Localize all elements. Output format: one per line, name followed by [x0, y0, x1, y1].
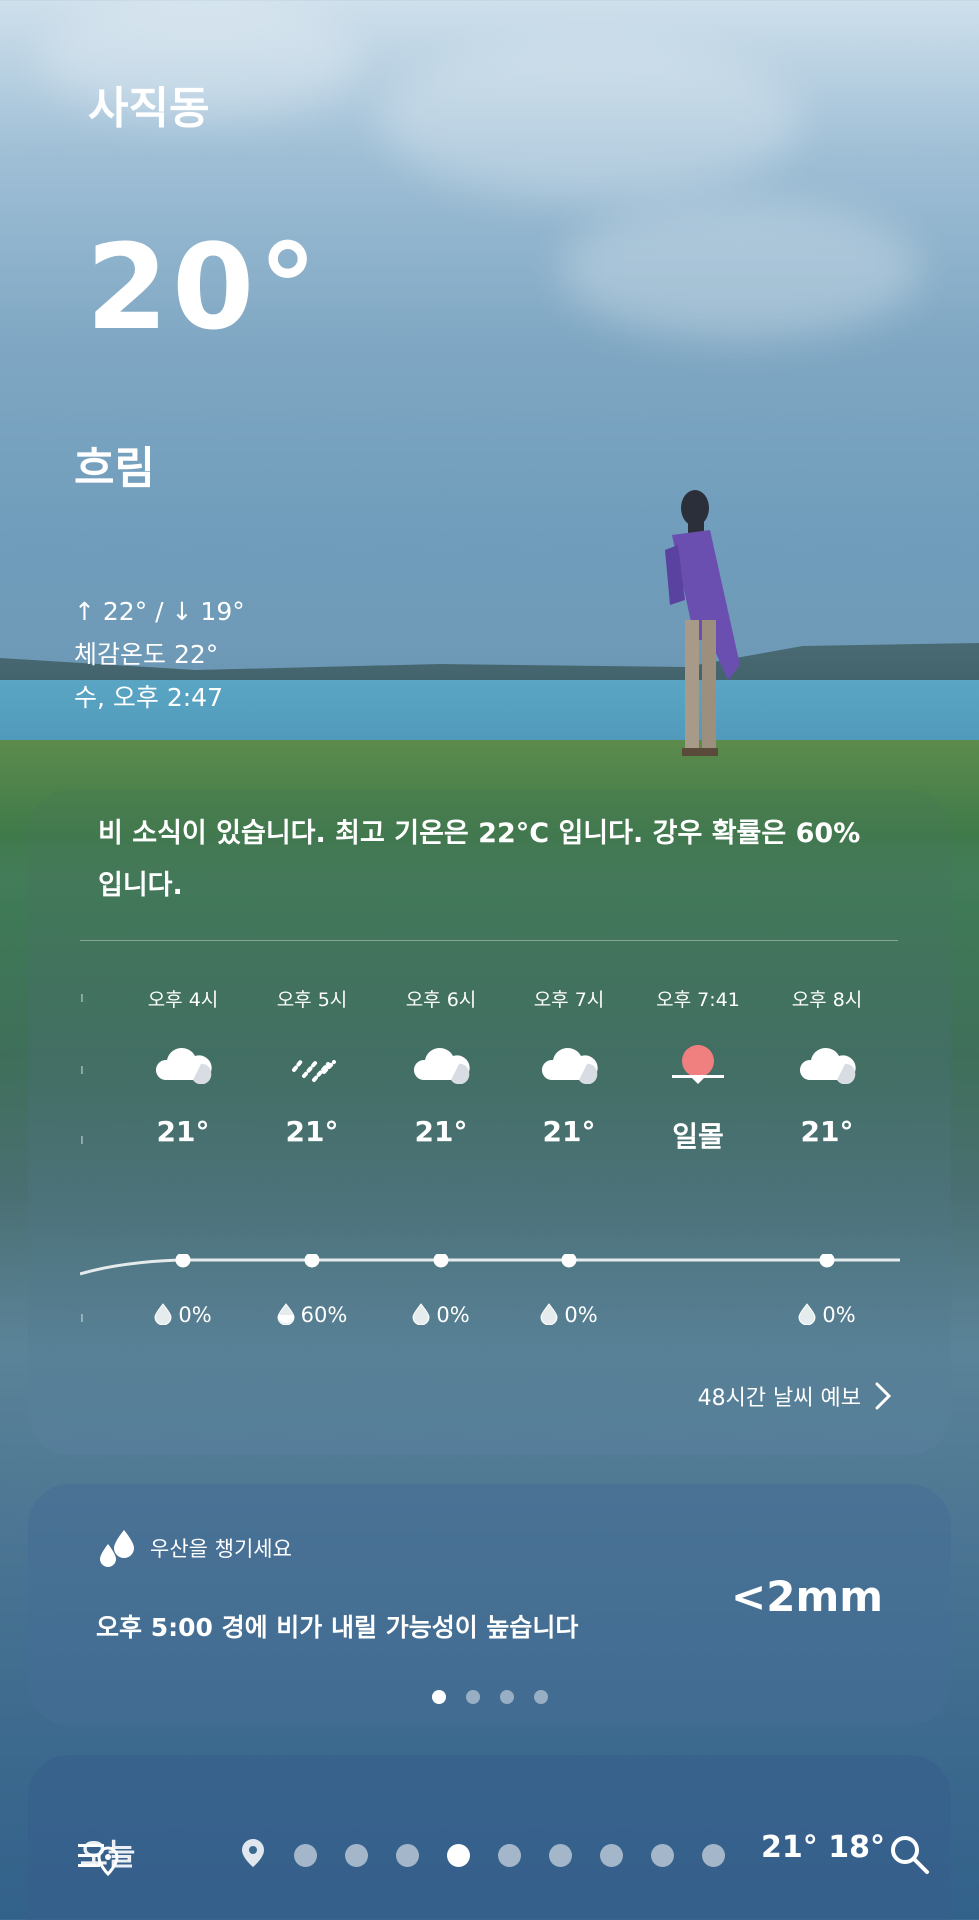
feels-like-temperature: 체감온도 22° — [74, 640, 219, 669]
cloud-icon — [386, 1027, 496, 1099]
search-icon[interactable] — [885, 1830, 933, 1878]
hourly-time: 오후 7:41 — [656, 989, 740, 1011]
raindrops-icon — [100, 1530, 134, 1567]
location-page-dot[interactable] — [702, 1843, 725, 1867]
hourly-time: 오후 5시 — [276, 989, 348, 1011]
current-condition: 흐림 — [74, 443, 155, 494]
high-low-temperature: ↑ 22° / ↓ 19° — [74, 597, 245, 626]
updated-time: 수, 오후 2:47 — [74, 683, 223, 712]
hourly-temperature: 21° — [800, 1115, 854, 1148]
cloud-icon — [772, 1027, 882, 1099]
hourly-precipitation: 0% — [128, 1303, 238, 1327]
hourly-item: 오후 4시 21° 0% — [128, 985, 238, 1327]
precipitation-value: 0% — [436, 1303, 470, 1327]
hourly-precipitation: 0% — [772, 1303, 882, 1327]
menu-icon[interactable] — [76, 1834, 120, 1878]
location-page-dot[interactable] — [651, 1843, 674, 1867]
temperature-graph — [80, 1254, 900, 1276]
sunset-icon — [643, 1027, 753, 1099]
location-page-dot[interactable] — [600, 1843, 623, 1867]
pagination-dot[interactable] — [533, 1690, 548, 1704]
hourly-item: 오후 5시 21° 60% — [257, 985, 367, 1327]
pagination-dot[interactable] — [465, 1690, 480, 1704]
rain-message: 오후 5:00 경에 비가 내릴 가능성이 높습니다 — [96, 1613, 579, 1642]
temperature-point — [304, 1254, 320, 1268]
pagination-dot[interactable] — [431, 1690, 446, 1704]
hourly-temperature: 21° — [542, 1115, 596, 1148]
scroll-edge-mark: ı — [80, 1132, 84, 1148]
temperature-point — [819, 1254, 835, 1268]
scroll-edge-mark: ı — [80, 1062, 84, 1078]
location-page-dot[interactable] — [396, 1843, 419, 1867]
temperature-point — [433, 1254, 449, 1268]
location-page-dot[interactable] — [294, 1843, 317, 1867]
hourly-precipitation: 0% — [386, 1303, 496, 1327]
cloud-icon — [128, 1027, 238, 1099]
hourly-item: 오후 7:41 일몰 — [643, 985, 753, 1155]
drop-empty-icon — [798, 1303, 822, 1327]
location-page-dot[interactable] — [447, 1843, 470, 1867]
drop-half-icon — [277, 1303, 301, 1327]
background-cloud — [380, 40, 800, 200]
background-person-illustration — [665, 490, 740, 756]
hourly-time: 오후 8시 — [791, 989, 863, 1011]
hourly-item: 오후 7시 21° 0% — [514, 985, 624, 1327]
weather-summary: 비 소식이 있습니다. 최고 기온은 22°C 입니다. 강우 확률은 60% … — [98, 818, 861, 901]
drop-empty-icon — [412, 1303, 436, 1327]
hourly-temperature: 21° — [285, 1115, 339, 1148]
drop-empty-icon — [154, 1303, 178, 1327]
hourly-time: 오후 6시 — [405, 989, 477, 1011]
precipitation-value: 60% — [300, 1303, 348, 1327]
location-page-dot[interactable] — [498, 1843, 521, 1867]
hourly-temperature: 일몰 — [672, 1120, 724, 1153]
drop-empty-icon — [540, 1303, 564, 1327]
chevron-right-icon — [875, 1382, 891, 1410]
rain-amount: <2mm — [731, 1572, 883, 1621]
location-name: 사직동 — [88, 83, 210, 134]
pagination-dot[interactable] — [499, 1690, 514, 1704]
rain-icon — [257, 1027, 367, 1099]
hourly-temperature: 21° — [156, 1115, 210, 1148]
cloud-icon — [514, 1027, 624, 1099]
location-page-dot[interactable] — [345, 1843, 368, 1867]
hourly-temperature: 21° — [414, 1115, 468, 1148]
forecast-48h-link[interactable]: 48시간 날씨 예보 — [698, 1380, 891, 1412]
precipitation-value: 0% — [178, 1303, 212, 1327]
hourly-precipitation: 60% — [257, 1303, 367, 1327]
bottom-bar: 오늘 21° 18° — [0, 1818, 979, 1898]
location-page-dot[interactable] — [549, 1843, 572, 1867]
scroll-edge-mark: ı — [80, 1310, 84, 1326]
current-details: ↑ 22° / ↓ 19° 체감온도 22° 수, 오후 2:47 — [74, 590, 245, 719]
hourly-item: 오후 8시 21° 0% — [772, 985, 882, 1327]
temperature-point — [561, 1254, 577, 1268]
hourly-precipitation: 0% — [514, 1303, 624, 1327]
hourly-item: 오후 6시 21° 0% — [386, 985, 496, 1327]
precipitation-value: 0% — [822, 1303, 856, 1327]
hourly-time: 오후 7시 — [533, 989, 605, 1011]
current-temperature: 20° — [86, 218, 322, 356]
rain-card-header: 우산을 챙기세요 — [98, 1528, 292, 1568]
rain-card-title: 우산을 챙기세요 — [150, 1537, 292, 1561]
precipitation-value: 0% — [564, 1303, 598, 1327]
background-cloud — [560, 200, 920, 340]
forecast-48h-label: 48시간 날씨 예보 — [697, 1386, 861, 1411]
location-pager[interactable] — [240, 1838, 725, 1872]
scroll-edge-mark: ı — [80, 990, 84, 1006]
current-location-icon[interactable] — [240, 1838, 266, 1872]
bottom-temperatures: 21° 18° — [761, 1830, 885, 1865]
rain-card-pagination[interactable] — [0, 1690, 979, 1704]
divider — [80, 940, 898, 941]
hourly-time: 오후 4시 — [147, 989, 219, 1011]
temperature-point — [175, 1254, 191, 1268]
